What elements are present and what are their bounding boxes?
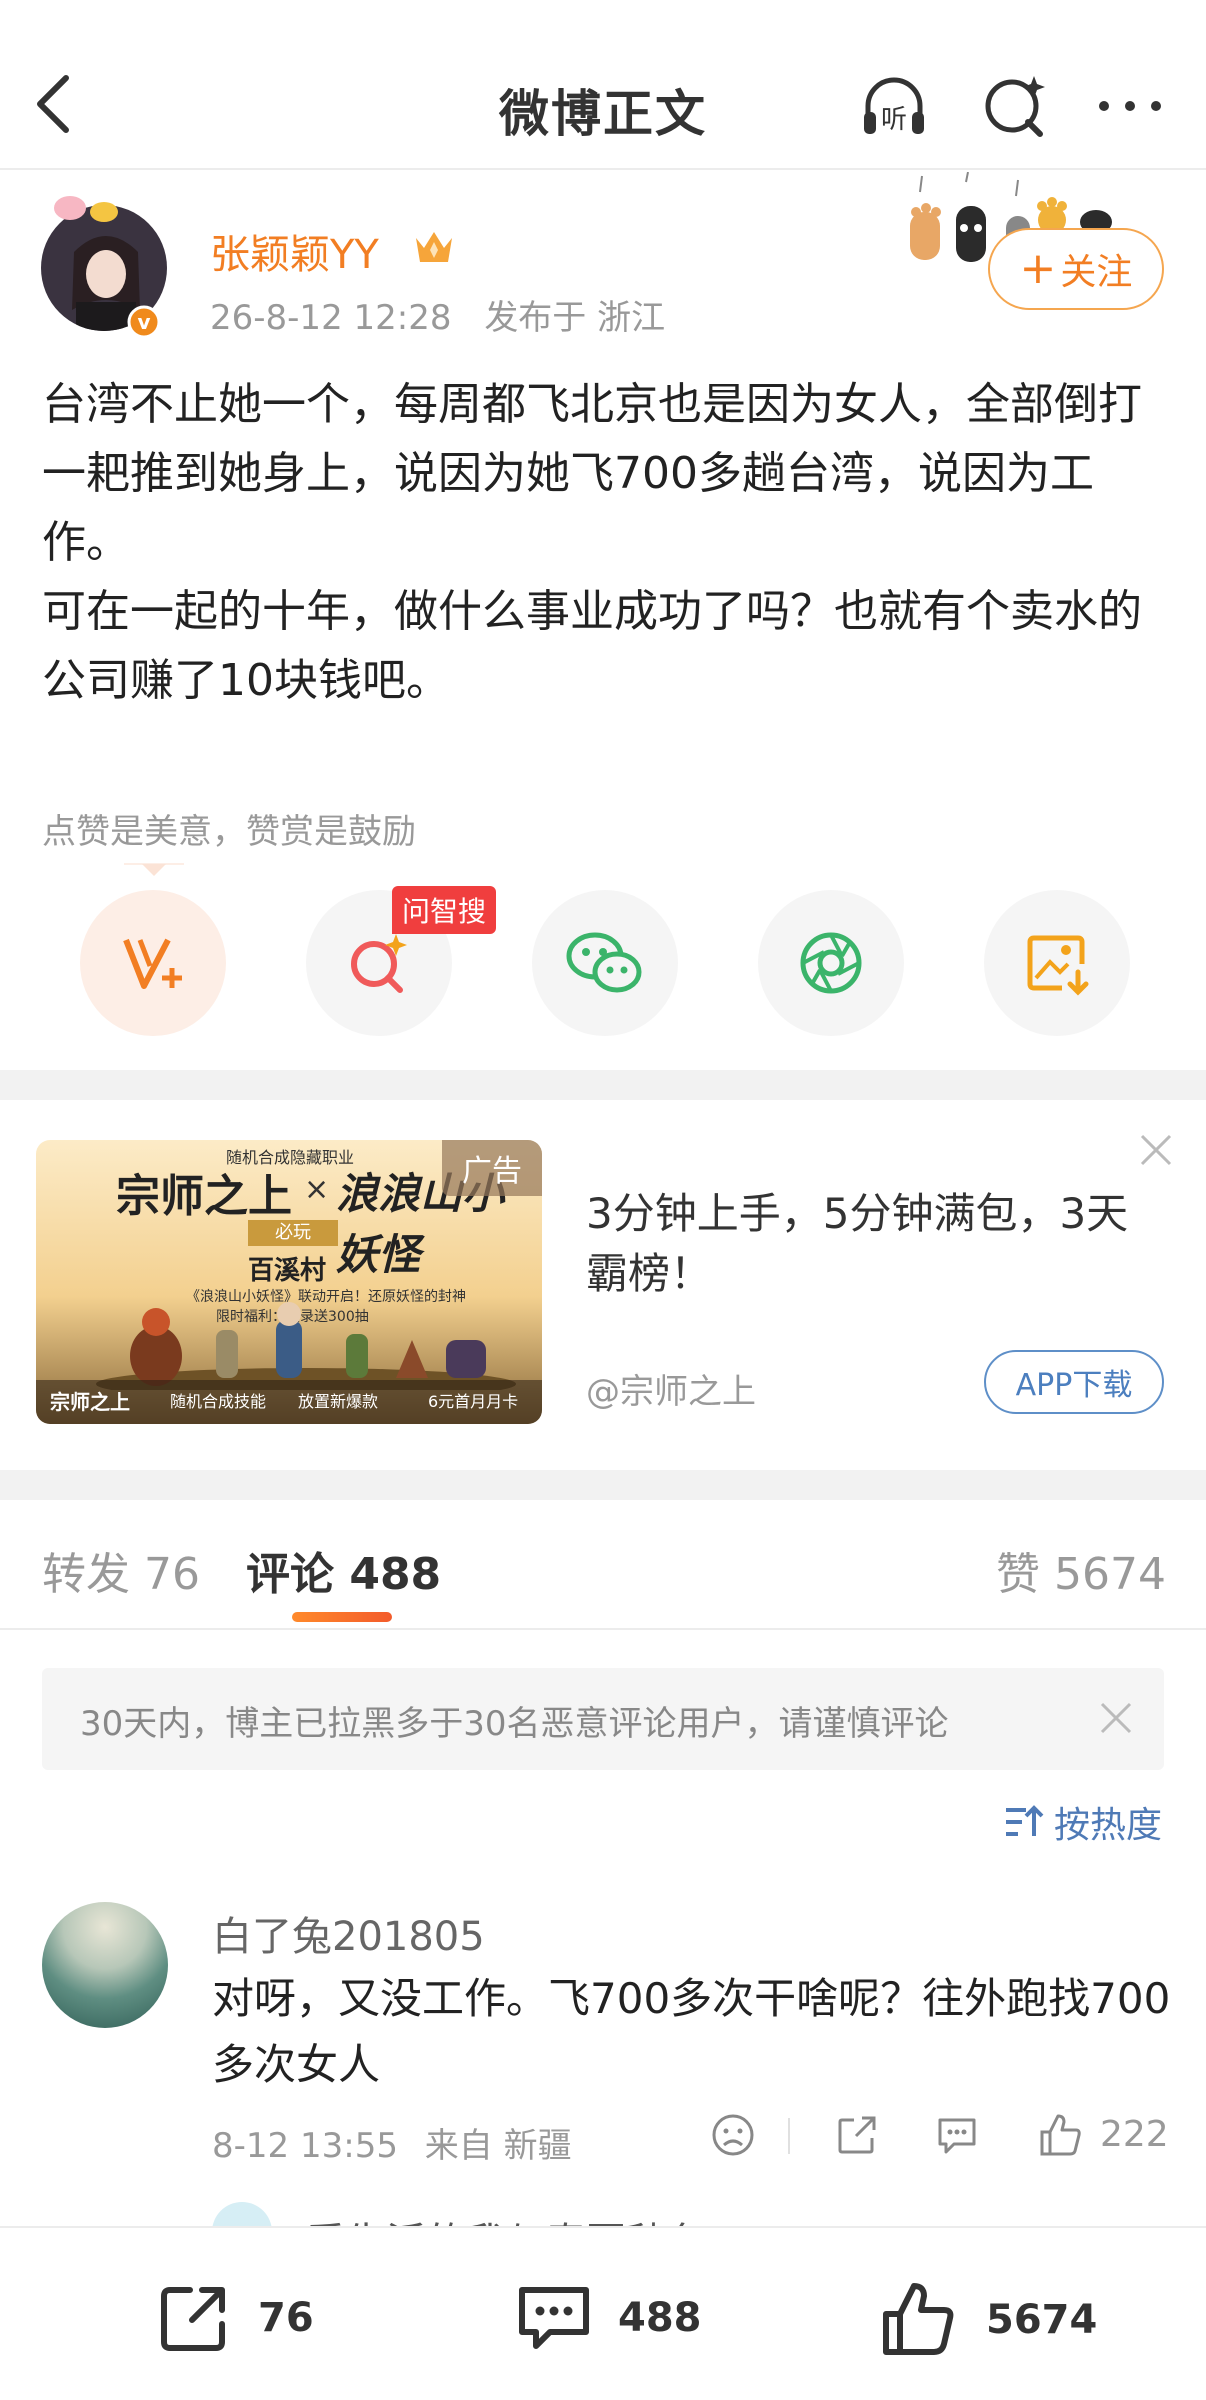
app-download-button[interactable]: APP下载 [984,1350,1164,1414]
comment-meta: 8-12 13:55 来自 新疆 [212,2118,588,2167]
ai-search-magnifier-icon [351,934,407,993]
repost-icon [161,2287,225,2351]
verified-badge-icon: v [137,310,150,334]
post-time: 26-8-12 12:28 [210,298,452,338]
follow-button[interactable]: + 关注 [988,228,1164,310]
comment-notice: 30天内，博主已拉黑多于30名恶意评论用户，请谨慎评论 [42,1668,1164,1770]
tab-reposts[interactable]: 转发 76 [42,1538,200,1602]
wechat-share-button[interactable] [532,890,678,1036]
tab-label: 评论 [246,1549,334,1600]
tab-comments[interactable]: 评论 488 [246,1538,441,1602]
bottom-action-bar: 76 488 5674 [0,2226,1206,2400]
author-avatar[interactable]: v [40,190,168,340]
sort-icon [1006,1805,1044,1836]
listen-label: 听 [881,105,907,135]
tab-label: 赞 [996,1549,1040,1600]
comment-button[interactable]: 488 [516,2280,702,2356]
pig-decoration-icon [54,196,86,220]
top-navigation-bar: 微博正文 听 [0,0,1206,170]
ad-headline[interactable]: 3分钟上手，5分钟满包，3天霸榜！ [586,1184,1166,1304]
wechat-icon [566,932,642,993]
notice-text: 30天内，博主已拉黑多于30名恶意评论用户，请谨慎评论 [80,1704,949,1744]
post-paragraph: 可在一起的十年，做什么事业成功了吗？也就有个卖水的公司赚了10块钱吧。 [42,586,1142,706]
moments-share-button[interactable] [758,890,904,1036]
ad-characters-illustration [96,1302,516,1390]
ad-tag: 广告 [442,1140,542,1196]
follow-plus-icon: + [1019,243,1057,294]
like-comment-icon[interactable] [1036,2110,1086,2160]
ad-cross-mark: × [304,1172,330,1207]
reward-actions [80,890,1140,1040]
repost-comment-icon[interactable] [832,2110,882,2160]
follow-label: 关注 [1060,252,1133,293]
save-image-icon [1027,935,1089,996]
sort-label: 按热度 [1054,1805,1163,1846]
dislike-face-icon[interactable] [708,2110,758,2160]
post-location: 发布于 浙江 [484,298,666,338]
like-button[interactable]: 5674 [880,2280,1097,2360]
moments-aperture-icon [800,932,862,994]
hint-pointer-icon [124,863,184,876]
comment-icon [519,2287,589,2349]
ad-game-title: 宗师之上 [116,1171,292,1222]
comment-time: 8-12 13:55 [212,2126,398,2166]
author-name[interactable]: 张颖颖YY [210,222,379,280]
post-meta: 26-8-12 12:28 发布于 浙江 [210,290,687,339]
tab-count: 488 [349,1549,442,1600]
like-thumb-icon [883,2283,954,2355]
active-tab-indicator [292,1612,392,1622]
tab-likes[interactable]: 赞 5674 [996,1538,1166,1602]
ad-feature-label: 6元首月月卡 [428,1392,519,1411]
ad-feature-label: 宗师之上 [50,1390,130,1414]
ad-close-icon[interactable] [1136,1130,1176,1170]
save-image-button[interactable] [984,890,1130,1036]
ad-source[interactable]: @宗师之上 [586,1364,756,1413]
commenter-name[interactable]: 白了兔201805 [212,1904,485,1962]
ad-feature-bar: 宗师之上 随机合成技能 放置新爆款 6元首月月卡 [36,1380,542,1424]
comment-source: 来自 新疆 [424,2126,572,2166]
comment-text[interactable]: 对呀，又没工作。飞700多次干啥呢？往外跑找700多次女人 [212,1966,1172,2098]
tip-button[interactable] [80,890,226,1036]
comment-count: 488 [618,2295,702,2341]
tab-label: 转发 [42,1549,130,1600]
ai-search-icon[interactable] [980,70,1052,142]
post-paragraph: 台湾不止她一个，每周都飞北京也是因为女人，全部倒打一耙推到她身上，说因为她飞70… [42,379,1142,568]
tab-count: 76 [144,1549,200,1600]
ad-feature-label: 放置新爆款 [298,1392,379,1411]
section-divider [0,1070,1206,1100]
comment-actions: 222 [700,2110,1170,2164]
tab-count: 5674 [1054,1549,1166,1600]
reward-hint: 点赞是美意，赞赏是鼓励 [42,812,416,852]
ai-search-badge: 问智搜 [392,886,497,934]
post-content: 台湾不止她一个，每周都飞北京也是因为女人，全部倒打一耙推到她身上，说因为她飞70… [42,370,1172,715]
comment-like-count: 222 [1100,2114,1169,2155]
repost-button[interactable]: 76 [156,2280,314,2356]
ad-must-play: 必玩 [248,1220,338,1246]
more-options-icon[interactable] [1094,70,1166,142]
section-divider [0,1470,1206,1500]
ad-feature-label: 随机合成技能 [170,1392,267,1411]
like-count: 5674 [986,2297,1098,2343]
reply-comment-icon[interactable] [932,2110,982,2160]
ad-village: 百溪村 [248,1256,327,1286]
tip-v-plus-icon [123,938,182,989]
listen-headphones-icon[interactable]: 听 [858,70,930,142]
ad-banner-image[interactable]: 随机合成隐藏职业 宗师之上 × 浪浪山小妖怪 必玩 百溪村 《浪浪山小妖怪》联动… [36,1140,542,1424]
repost-count: 76 [258,2295,314,2341]
notice-close-icon[interactable] [1096,1698,1136,1738]
interaction-tabs: 转发 76 评论 488 赞 5674 [0,1500,1206,1630]
vip-crown-badge-icon[interactable] [410,228,458,268]
commenter-avatar[interactable] [42,1902,168,2028]
action-separator [788,2118,790,2154]
sort-by-hot-button[interactable]: 按热度 [1004,1796,1162,1848]
